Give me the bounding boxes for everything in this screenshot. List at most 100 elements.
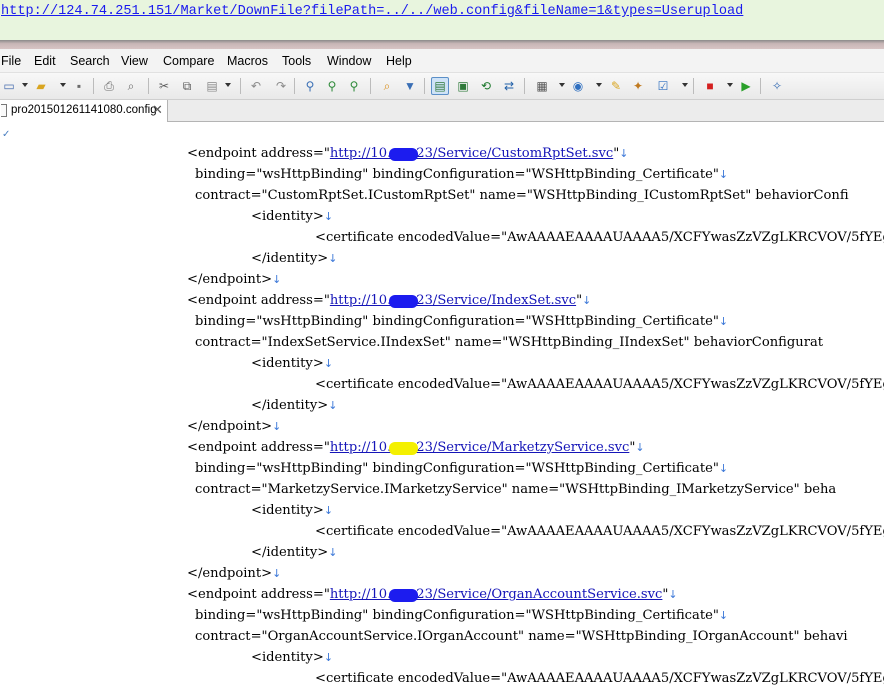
dropdown-arrow-icon[interactable] xyxy=(559,83,565,87)
play-macro-icon[interactable]: ▶ xyxy=(737,77,755,95)
line-end-arrow-icon: ↓ xyxy=(718,462,729,475)
menu-item-compare[interactable]: Compare xyxy=(163,54,214,68)
web-icon[interactable]: ◉ xyxy=(569,77,587,95)
code-line[interactable]: </endpoint>↓ xyxy=(187,269,281,290)
code-line[interactable]: </identity>↓ xyxy=(251,395,337,416)
close-tab-icon[interactable]: ✕ xyxy=(152,102,163,118)
toolbar-separator xyxy=(294,78,295,94)
document-tab[interactable]: pro201501261141080.config ✕ xyxy=(0,100,168,122)
redaction-scribble xyxy=(389,442,418,455)
code-line[interactable]: </identity>↓ xyxy=(251,248,337,269)
replace-icon[interactable]: ⚲ xyxy=(345,77,363,95)
code-text: <endpoint address=" xyxy=(187,146,330,161)
filter-icon[interactable]: ▼ xyxy=(401,77,419,95)
record-macro-icon[interactable]: ■ xyxy=(701,77,719,95)
new-file-icon[interactable]: ▭ xyxy=(0,77,18,95)
code-text: </endpoint> xyxy=(187,272,273,287)
endpoint-url-prefix[interactable]: http://10. xyxy=(330,587,391,602)
dropdown-arrow-icon[interactable] xyxy=(22,83,28,87)
dropdown-arrow-icon[interactable] xyxy=(596,83,602,87)
menu-item-view[interactable]: View xyxy=(121,54,148,68)
code-text: contract="IndexSetService.IIndexSet" nam… xyxy=(195,335,824,350)
toolbar-separator xyxy=(424,78,425,94)
code-line[interactable]: contract="IndexSetService.IIndexSet" nam… xyxy=(195,332,823,353)
code-line[interactable]: <identity>↓ xyxy=(251,647,333,668)
endpoint-url-path[interactable]: 23/Service/OrganAccountService.svc xyxy=(416,587,662,602)
print-icon[interactable]: ⎙ xyxy=(100,77,118,95)
menu-item-help[interactable]: Help xyxy=(386,54,412,68)
code-line[interactable]: <certificate encodedValue="AwAAAAEAAAAUA… xyxy=(315,521,884,542)
settings-wrench-icon[interactable]: ✧ xyxy=(768,77,786,95)
code-editor[interactable]: ✓ <endpoint address="http://10. 23/Servi… xyxy=(0,123,884,694)
code-line[interactable]: <identity>↓ xyxy=(251,353,333,374)
menu-item-window[interactable]: Window xyxy=(327,54,371,68)
endpoint-url-prefix[interactable]: http://10. xyxy=(330,440,391,455)
redaction-scribble xyxy=(389,295,418,308)
code-line[interactable]: binding="wsHttpBinding" bindingConfigura… xyxy=(195,311,728,332)
code-line[interactable]: contract="OrganAccountService.IOrganAcco… xyxy=(195,626,848,647)
menu-item-tools[interactable]: Tools xyxy=(282,54,311,68)
view-mode-icon[interactable]: ▤ xyxy=(431,77,449,95)
menu-item-file[interactable]: File xyxy=(1,54,21,68)
toolbar-separator xyxy=(370,78,371,94)
find-next-icon[interactable]: ⚲ xyxy=(323,77,341,95)
find-in-files-icon[interactable]: ⌕ xyxy=(378,77,396,95)
checklist-icon[interactable]: ☑ xyxy=(654,77,672,95)
compare-icon[interactable]: ⇄ xyxy=(500,77,518,95)
document-tab-label: pro201501261141080.config xyxy=(11,104,157,116)
code-line[interactable]: <certificate encodedValue="AwAAAAEAAAAUA… xyxy=(315,374,884,395)
code-text: <identity> xyxy=(251,209,324,224)
open-folder-icon[interactable]: ▰ xyxy=(32,77,50,95)
toolbar-separator xyxy=(93,78,94,94)
find-icon[interactable]: ⚲ xyxy=(301,77,319,95)
endpoint-url-path[interactable]: 23/Service/IndexSet.svc xyxy=(416,293,576,308)
dropdown-arrow-icon[interactable] xyxy=(682,83,688,87)
edit-note-icon[interactable]: ✎ xyxy=(607,77,625,95)
dropdown-arrow-icon[interactable] xyxy=(727,83,733,87)
document-map-icon[interactable]: ▣ xyxy=(454,77,472,95)
paste-icon[interactable]: ▤ xyxy=(203,77,221,95)
code-line[interactable]: binding="wsHttpBinding" bindingConfigura… xyxy=(195,164,728,185)
code-line[interactable]: <certificate encodedValue="AwAAAAEAAAAUA… xyxy=(315,668,884,689)
line-end-arrow-icon: ↓ xyxy=(718,315,729,328)
code-line[interactable]: contract="MarketzyService.IMarketzyServi… xyxy=(195,479,836,500)
menu-item-search[interactable]: Search xyxy=(70,54,110,68)
menu-item-edit[interactable]: Edit xyxy=(34,54,56,68)
code-text: contract="OrganAccountService.IOrganAcco… xyxy=(195,629,848,644)
code-text: <certificate encodedValue="AwAAAAEAAAAUA… xyxy=(315,377,884,392)
window-edge xyxy=(0,40,884,49)
endpoint-url-prefix[interactable]: http://10. xyxy=(330,146,391,161)
endpoint-url-path[interactable]: 23/Service/MarketzyService.svc xyxy=(416,440,629,455)
dropdown-arrow-icon[interactable] xyxy=(225,83,231,87)
code-line[interactable]: </endpoint>↓ xyxy=(187,416,281,437)
code-line[interactable]: <identity>↓ xyxy=(251,206,333,227)
line-end-arrow-icon: ↓ xyxy=(272,420,282,433)
code-line[interactable]: <certificate encodedValue="AwAAAAEAAAAUA… xyxy=(315,227,884,248)
undo-icon[interactable]: ↶ xyxy=(247,77,265,95)
tools-icon[interactable]: ✦ xyxy=(629,77,647,95)
copy-icon[interactable]: ⧉ xyxy=(178,77,196,95)
sync-icon[interactable]: ⟲ xyxy=(477,77,495,95)
code-text: binding="wsHttpBinding" bindingConfigura… xyxy=(195,461,719,476)
redaction-scribble xyxy=(389,148,418,161)
print-preview-icon[interactable]: ⌕ xyxy=(122,77,140,95)
menu-item-macros[interactable]: Macros xyxy=(227,54,268,68)
dropdown-arrow-icon[interactable] xyxy=(60,83,66,87)
endpoint-url-path[interactable]: 23/Service/CustomRptSet.svc xyxy=(416,146,613,161)
code-text: </identity> xyxy=(251,398,329,413)
line-end-arrow-icon: ↓ xyxy=(668,588,678,601)
code-line[interactable]: <identity>↓ xyxy=(251,500,333,521)
download-url-link[interactable]: http://124.74.251.151/Market/DownFile?fi… xyxy=(1,4,743,19)
line-end-arrow-icon: ↓ xyxy=(635,441,645,454)
code-line[interactable]: </identity>↓ xyxy=(251,542,337,563)
code-line[interactable]: binding="wsHttpBinding" bindingConfigura… xyxy=(195,458,728,479)
code-line[interactable]: </endpoint>↓ xyxy=(187,563,281,584)
cut-icon[interactable]: ✂ xyxy=(155,77,173,95)
save-icon[interactable]: ▪ xyxy=(70,77,88,95)
clipboard-icon[interactable]: ▦ xyxy=(533,77,551,95)
endpoint-url-prefix[interactable]: http://10. xyxy=(330,293,391,308)
code-line[interactable]: contract="CustomRptSet.ICustomRptSet" na… xyxy=(195,185,849,206)
code-line[interactable]: binding="wsHttpBinding" bindingConfigura… xyxy=(195,605,728,626)
code-line[interactable]: <endpoint address="http://10. 23/Service… xyxy=(187,584,678,605)
redo-icon[interactable]: ↷ xyxy=(272,77,290,95)
